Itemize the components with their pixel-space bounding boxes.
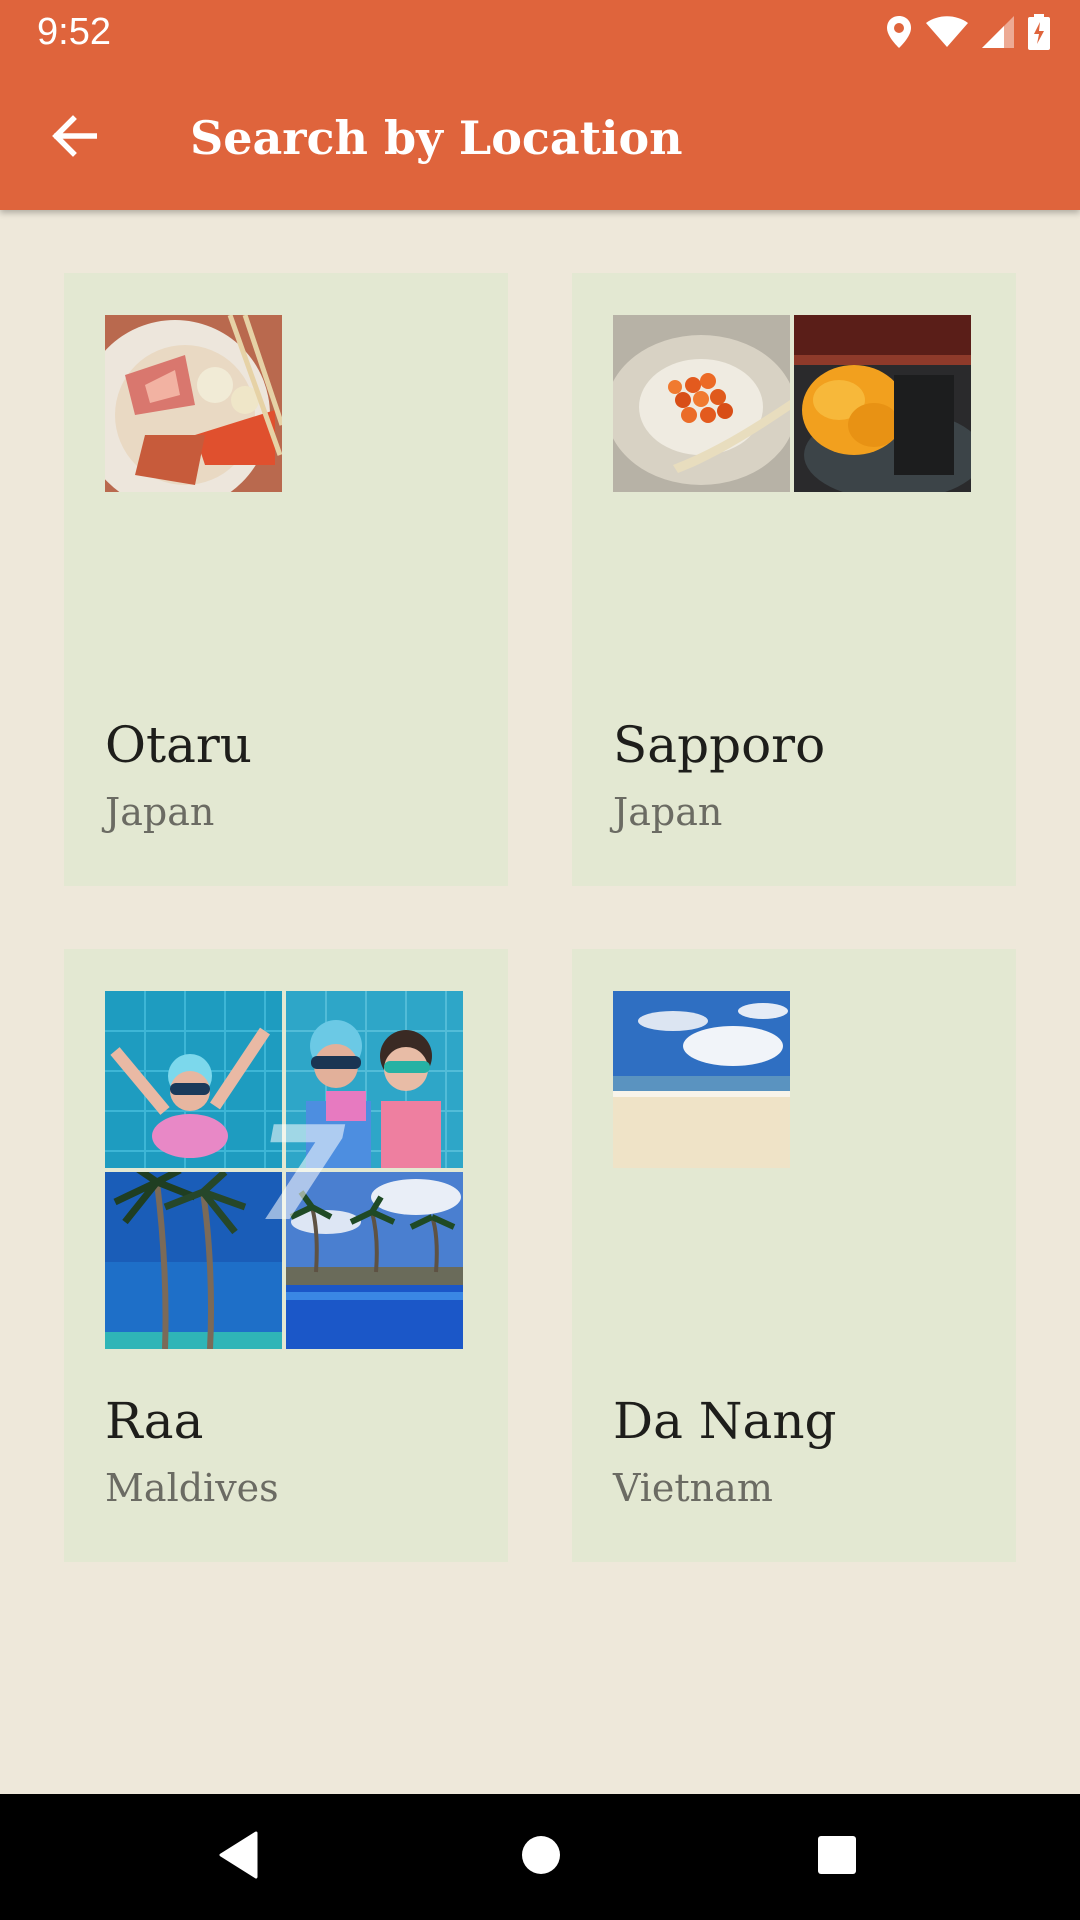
back-button[interactable] — [40, 104, 108, 172]
photo-grid — [105, 315, 463, 673]
city-name: Da Nang — [613, 1392, 837, 1450]
app-bar: 9:52 Search by Location — [0, 0, 1080, 210]
status-icons — [886, 12, 1050, 52]
beach-photo — [613, 991, 790, 1168]
city-name: Sapporo — [613, 716, 826, 774]
seafood-bowl-photo — [105, 315, 282, 492]
battery-charging-icon — [1028, 14, 1050, 50]
country-name: Japan — [613, 790, 723, 834]
photo-count-overlay: 7 — [255, 1098, 346, 1250]
signal-icon — [982, 16, 1014, 48]
location-card-da-nang[interactable]: Da Nang Vietnam — [572, 949, 1016, 1562]
photo-grid — [613, 991, 971, 1349]
home-circle-icon — [521, 1835, 561, 1879]
status-time: 9:52 — [37, 11, 111, 53]
nav-home-button[interactable] — [506, 1822, 576, 1892]
country-name: Maldives — [105, 1466, 279, 1510]
salmon-roe-bowl-photo — [613, 315, 790, 492]
location-card-otaru[interactable]: Otaru Japan — [64, 273, 508, 886]
photo-grid — [613, 315, 971, 673]
navigation-bar — [0, 1794, 1080, 1920]
photo-grid: 7 — [105, 991, 463, 1349]
location-icon — [886, 15, 912, 49]
country-name: Vietnam — [613, 1466, 773, 1510]
location-card-raa[interactable]: 7 Raa Maldives — [64, 949, 508, 1562]
city-name: Raa — [105, 1392, 204, 1450]
wifi-icon — [926, 16, 968, 48]
sea-urchin-sushi-photo — [794, 315, 971, 492]
country-name: Japan — [105, 790, 215, 834]
page-title: Search by Location — [190, 111, 683, 165]
nav-recents-button[interactable] — [802, 1822, 872, 1892]
city-name: Otaru — [105, 716, 252, 774]
location-card-sapporo[interactable]: Sapporo Japan — [572, 273, 1016, 886]
back-triangle-icon — [216, 1830, 260, 1884]
nav-back-button[interactable] — [203, 1822, 273, 1892]
arrow-back-icon — [51, 115, 98, 161]
recents-square-icon — [817, 1835, 857, 1879]
